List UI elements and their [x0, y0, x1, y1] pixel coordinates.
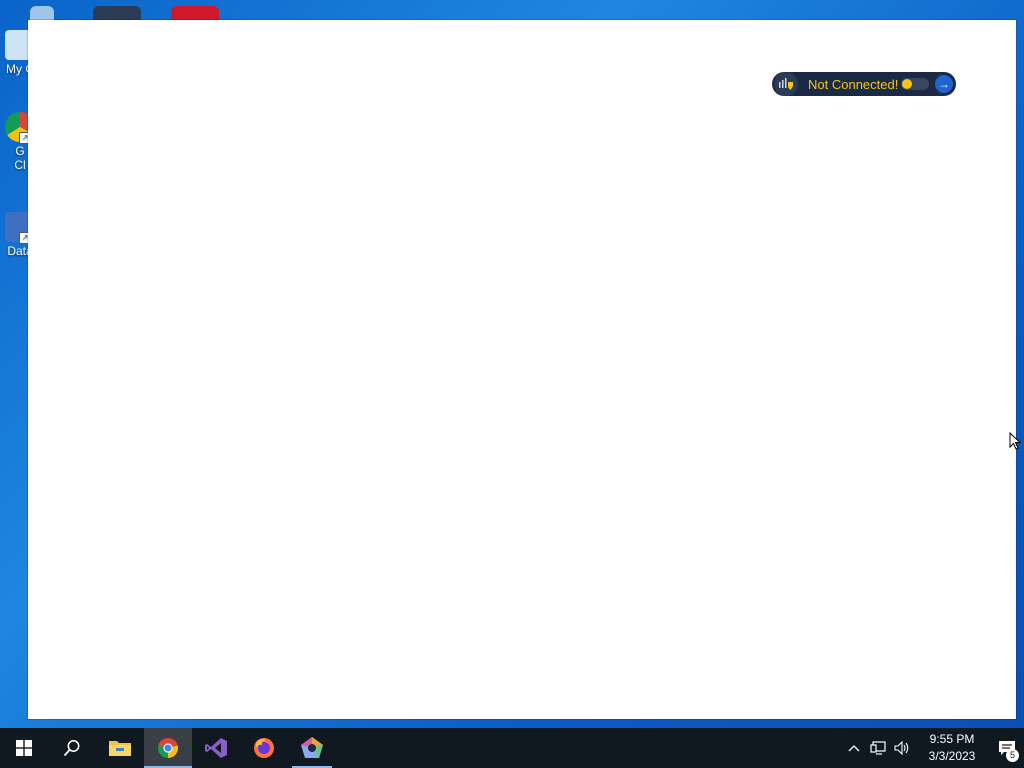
- notification-count-badge: 5: [1006, 749, 1019, 762]
- arrow-right-icon[interactable]: →: [935, 75, 953, 93]
- taskbar: 9:55 PM 3/3/2023 5: [0, 728, 1024, 768]
- windows-start-icon: [16, 740, 32, 756]
- taskbar-visual-studio[interactable]: [192, 728, 240, 768]
- volume-button[interactable]: [890, 728, 914, 768]
- firefox-icon: [254, 738, 274, 758]
- system-tray: 9:55 PM 3/3/2023 5: [842, 728, 1024, 768]
- show-hidden-icons-button[interactable]: [842, 728, 866, 768]
- vpn-status-widget[interactable]: Not Connected! →: [772, 72, 956, 96]
- taskbar-clock[interactable]: 9:55 PM 3/3/2023: [920, 731, 984, 765]
- visual-studio-icon: [205, 738, 227, 758]
- mouse-cursor-icon: [1009, 431, 1022, 455]
- clock-time: 9:55 PM: [929, 732, 975, 746]
- action-center-button[interactable]: 5: [990, 728, 1024, 768]
- app-window[interactable]: Not Connected! →: [28, 20, 1016, 719]
- network-button[interactable]: [866, 728, 890, 768]
- speaker-icon: [894, 741, 909, 755]
- pentagon-app-icon: [301, 737, 323, 758]
- taskbar-chrome[interactable]: [144, 728, 192, 768]
- chevron-up-icon: [848, 745, 860, 752]
- vpn-toggle[interactable]: [901, 78, 929, 90]
- chrome-icon: [157, 738, 179, 758]
- clock-date: 3/3/2023: [928, 749, 976, 763]
- taskbar-pentagon-app[interactable]: [288, 728, 336, 768]
- signal-shield-icon: [774, 72, 798, 96]
- taskbar-file-explorer[interactable]: [96, 728, 144, 768]
- vpn-status-text: Not Connected!: [808, 76, 899, 92]
- folder-icon: [109, 741, 131, 756]
- search-icon: [63, 740, 80, 757]
- search-button[interactable]: [48, 728, 96, 768]
- start-button[interactable]: [0, 728, 48, 768]
- network-icon: [870, 741, 886, 755]
- taskbar-firefox[interactable]: [240, 728, 288, 768]
- toggle-knob: [902, 79, 912, 89]
